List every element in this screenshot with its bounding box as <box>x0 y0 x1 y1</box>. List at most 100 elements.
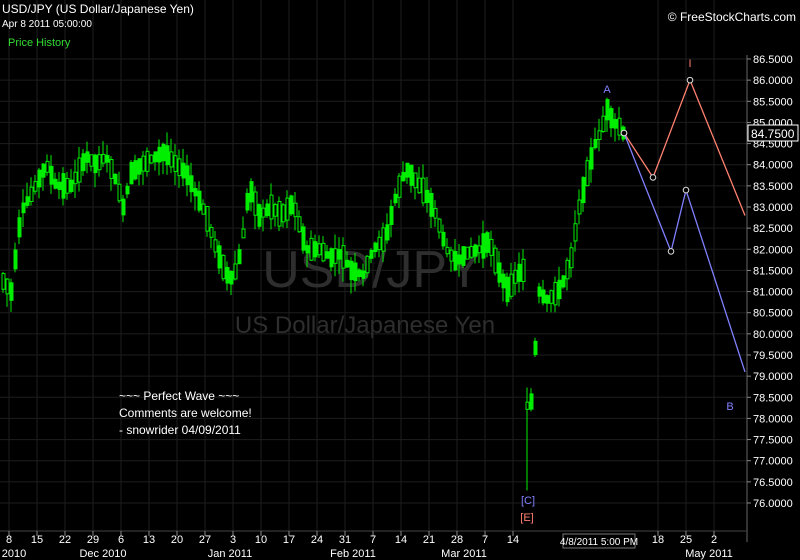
candle-body <box>437 218 442 233</box>
candle-body <box>177 158 182 177</box>
time-tick-label: 21 <box>423 534 435 546</box>
price-tick-label: 80.0000 <box>753 329 793 341</box>
candle-body <box>381 227 386 252</box>
candle-body <box>441 231 446 247</box>
candle-body <box>509 273 514 297</box>
candle-body <box>553 282 558 306</box>
wave-label: [E] <box>520 512 533 524</box>
candle-body <box>597 130 602 140</box>
candle-body <box>73 171 78 185</box>
candle-body <box>213 239 218 253</box>
candle-body <box>305 245 310 254</box>
candle-body <box>617 117 622 136</box>
cursor-date-label: 4/8/2011 5:00 PM <box>560 533 638 549</box>
candle-body <box>357 269 362 278</box>
candle-body <box>61 173 66 199</box>
time-month-label: Jan 2011 <box>208 548 252 560</box>
candle-body <box>297 216 302 233</box>
candle-body <box>609 108 614 129</box>
candle-body <box>41 163 46 178</box>
time-tick-label: 10 <box>255 534 267 546</box>
legend-price-history[interactable]: Price History <box>8 37 70 49</box>
candle-body <box>197 190 202 211</box>
candle-body <box>389 205 394 225</box>
candle-body <box>517 263 522 282</box>
candle-body <box>229 270 234 285</box>
candle-body <box>89 154 94 167</box>
candle-body <box>269 194 274 220</box>
candle-body <box>485 232 490 253</box>
price-tick-label: 79.5000 <box>753 350 793 362</box>
time-tick-label: 8 <box>6 534 12 546</box>
candle-body <box>377 236 382 251</box>
candle-body <box>513 269 518 284</box>
price-tick-label: 82.0000 <box>753 244 793 256</box>
candle-body <box>129 161 134 185</box>
candle-body <box>225 266 230 284</box>
wave-label: A <box>603 84 611 96</box>
candle-body <box>261 207 266 218</box>
time-month-label: Dec 2010 <box>79 548 126 560</box>
candle-body <box>189 175 194 193</box>
candle-body <box>101 153 106 164</box>
candle-body <box>53 178 58 189</box>
candle-body <box>249 181 254 203</box>
last-price-marker: 84.7500 <box>747 124 799 142</box>
candle-body <box>29 186 34 202</box>
time-month-label: Feb 2011 <box>330 548 376 560</box>
time-tick-label: 6 <box>118 534 124 546</box>
candle-body <box>13 249 18 270</box>
time-tick-label: 25 <box>680 534 692 546</box>
chart-title: USD/JPY (US Dollar/Japanese Yen) <box>2 2 194 16</box>
candle-body <box>461 246 466 266</box>
price-chart: USD/JPYUS Dollar/Japanese Yen AIB[C][E] … <box>0 0 800 560</box>
candle-body <box>581 177 586 204</box>
candle-body <box>365 255 370 274</box>
price-tick-label: 85.5000 <box>753 96 793 108</box>
price-tick-label: 78.0000 <box>753 413 793 425</box>
annotation-line: - snowrider 04/09/2011 <box>119 423 241 437</box>
candle-body <box>361 270 366 279</box>
candle-body <box>205 206 210 232</box>
candle-body <box>117 183 122 202</box>
candle-body <box>233 263 238 280</box>
candle-body <box>273 204 278 217</box>
candle-body <box>181 162 186 179</box>
price-tick-label: 77.0000 <box>753 456 793 468</box>
candle-body <box>25 196 30 206</box>
candle-body <box>301 226 306 251</box>
time-tick-label: 29 <box>87 534 99 546</box>
candle-body <box>505 276 510 303</box>
candle-body <box>133 160 138 180</box>
time-tick-label: 18 <box>652 534 664 546</box>
price-tick-label: 86.0000 <box>753 75 793 87</box>
last-price-value: 84.7500 <box>751 127 795 141</box>
wave-label: I <box>688 58 691 70</box>
candle-body <box>561 275 566 288</box>
time-tick-label: 7 <box>482 534 488 546</box>
candle-body <box>585 160 590 187</box>
candle-body <box>149 154 154 164</box>
candle-body <box>93 154 98 174</box>
candle-body <box>325 251 330 259</box>
candle-body <box>161 143 166 162</box>
candle-body <box>169 151 174 168</box>
candle-body <box>85 151 90 163</box>
candle-body <box>493 247 498 274</box>
candle-body <box>193 188 198 197</box>
price-tick-label: 79.0000 <box>753 371 793 383</box>
candle-body <box>109 158 114 179</box>
candle-body <box>569 247 574 269</box>
candle-body <box>57 181 62 190</box>
candle-body <box>413 172 418 189</box>
wave-label: B <box>726 401 733 413</box>
wave-pivot-point <box>649 174 657 181</box>
candle-body <box>401 171 406 182</box>
chart-timestamp: Apr 8 2011 05:00:00 <box>2 19 92 30</box>
wave-label: [C] <box>521 495 535 507</box>
candle-body <box>397 175 402 198</box>
time-month-label: 2010 <box>2 548 26 560</box>
time-tick-label: 7 <box>370 534 376 546</box>
candle-body <box>137 158 142 175</box>
candle-body <box>17 217 22 238</box>
